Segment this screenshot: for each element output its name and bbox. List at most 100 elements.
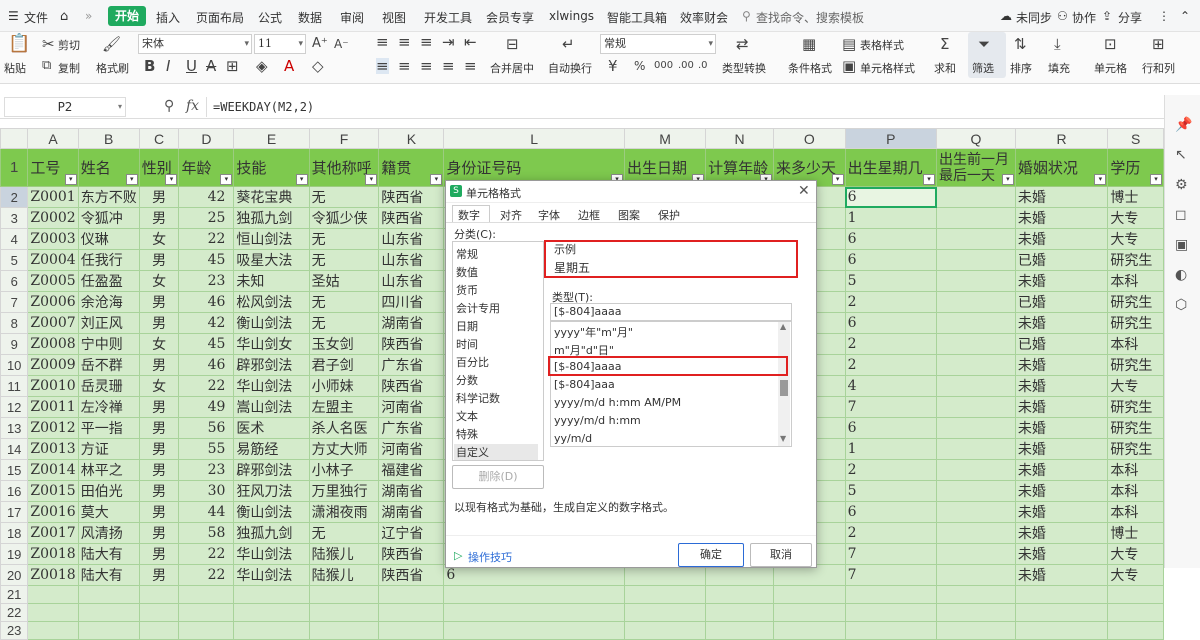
table-cell[interactable]: 仪琳 bbox=[77, 228, 140, 250]
table-cell[interactable]: 研究生 bbox=[1107, 417, 1164, 439]
italic-icon[interactable]: I bbox=[166, 58, 170, 74]
row-header[interactable]: 7 bbox=[0, 291, 29, 313]
table-cell[interactable]: 未婚 bbox=[1014, 543, 1109, 565]
table-cell[interactable]: 山东省 bbox=[378, 228, 445, 250]
rowcol-button[interactable]: 行和列 bbox=[1142, 60, 1175, 76]
table-cell[interactable]: Z0018 bbox=[27, 543, 79, 565]
table-cell[interactable]: 陆猴儿 bbox=[308, 543, 380, 565]
delete-button[interactable]: 删除(D) bbox=[452, 465, 544, 489]
table-cell[interactable]: 6 bbox=[844, 417, 938, 439]
table-cell[interactable]: 1 bbox=[844, 438, 938, 460]
table-cell[interactable]: 本科 bbox=[1107, 501, 1164, 523]
outdent-icon[interactable]: ⇤ bbox=[464, 34, 477, 50]
table-cell[interactable]: 2 bbox=[844, 459, 938, 481]
table-cell[interactable]: 42 bbox=[178, 312, 235, 334]
category-item[interactable]: 会计专用 bbox=[456, 300, 500, 316]
empty-cell[interactable] bbox=[1107, 585, 1164, 604]
table-cell[interactable]: 22 bbox=[178, 375, 235, 397]
empty-cell[interactable] bbox=[138, 621, 180, 640]
table-cell[interactable]: 陕西省 bbox=[378, 207, 445, 229]
chevron-up-icon[interactable]: ▲ bbox=[780, 322, 786, 331]
table-cell[interactable]: 未婚 bbox=[1014, 228, 1109, 250]
filter-dropdown-icon[interactable]: ▾ bbox=[125, 174, 138, 185]
table-cell[interactable] bbox=[936, 417, 1016, 439]
row-header[interactable]: 15 bbox=[0, 459, 29, 481]
cell-style-icon[interactable]: ▣ bbox=[842, 58, 856, 74]
column-header[interactable]: D bbox=[178, 128, 235, 149]
empty-cell[interactable] bbox=[773, 585, 846, 604]
table-cell[interactable]: 任盈盈 bbox=[77, 270, 140, 292]
table-cell[interactable]: 陆大有 bbox=[77, 543, 140, 565]
table-cell[interactable] bbox=[936, 396, 1016, 418]
hamburger-icon[interactable]: ☰ bbox=[8, 9, 19, 23]
row-header[interactable]: 17 bbox=[0, 501, 29, 523]
empty-cell[interactable] bbox=[178, 621, 235, 640]
table-cell[interactable]: Z0002 bbox=[27, 207, 79, 229]
table-cell[interactable]: 左冷禅 bbox=[77, 396, 140, 418]
table-cell[interactable]: 衡山剑法 bbox=[233, 501, 310, 523]
table-cell[interactable]: 岳灵珊 bbox=[77, 375, 140, 397]
empty-cell[interactable] bbox=[1014, 585, 1109, 604]
empty-cell[interactable] bbox=[308, 603, 380, 622]
fill-color-icon[interactable]: ◈ bbox=[256, 58, 268, 74]
table-cell[interactable]: 易筋经 bbox=[233, 438, 310, 460]
table-cell[interactable]: Z0006 bbox=[27, 291, 79, 313]
empty-cell[interactable] bbox=[27, 621, 79, 640]
table-cell[interactable]: 宁中则 bbox=[77, 333, 140, 355]
empty-cell[interactable] bbox=[27, 585, 79, 604]
table-cell[interactable]: 平一指 bbox=[77, 417, 140, 439]
menu-review[interactable]: 审阅 bbox=[340, 9, 364, 26]
table-cell[interactable]: 男 bbox=[138, 459, 180, 481]
table-cell[interactable]: 陕西省 bbox=[378, 186, 445, 208]
table-style-icon[interactable]: ▤ bbox=[842, 36, 856, 52]
empty-cell[interactable] bbox=[178, 603, 235, 622]
fill-icon[interactable]: ⤓ bbox=[1054, 36, 1061, 52]
menu-developer[interactable]: 开发工具 bbox=[424, 9, 472, 26]
table-cell[interactable]: 无 bbox=[308, 249, 380, 271]
menu-file[interactable]: 文件 bbox=[24, 9, 48, 26]
empty-cell[interactable] bbox=[773, 621, 846, 640]
tab-pattern[interactable]: 图案 bbox=[618, 207, 640, 223]
table-cell[interactable]: Z0011 bbox=[27, 396, 79, 418]
category-item[interactable]: 常规 bbox=[456, 246, 478, 262]
table-cell[interactable]: 莫大 bbox=[77, 501, 140, 523]
table-cell[interactable]: 22 bbox=[178, 543, 235, 565]
table-cell[interactable]: 49 bbox=[178, 396, 235, 418]
table-cell[interactable]: 广东省 bbox=[378, 417, 445, 439]
row-header[interactable]: 21 bbox=[0, 585, 29, 604]
table-cell[interactable]: 45 bbox=[178, 333, 235, 355]
table-cell[interactable]: 潇湘夜雨 bbox=[308, 501, 380, 523]
settings-icon[interactable]: ⚙ bbox=[1175, 177, 1188, 193]
percent-icon[interactable]: % bbox=[634, 58, 645, 74]
table-cell[interactable]: 未婚 bbox=[1014, 186, 1109, 208]
table-cell[interactable]: 男 bbox=[138, 438, 180, 460]
table-cell[interactable]: Z0005 bbox=[27, 270, 79, 292]
menu-data[interactable]: 数据 bbox=[298, 9, 322, 26]
table-cell[interactable]: 7 bbox=[844, 543, 938, 565]
row-header[interactable]: 18 bbox=[0, 522, 29, 544]
border-icon[interactable]: ⊞ bbox=[226, 58, 239, 74]
table-cell[interactable]: 7 bbox=[844, 396, 938, 418]
decrease-decimal-icon[interactable]: .0 bbox=[698, 58, 708, 74]
table-cell[interactable]: 无 bbox=[308, 228, 380, 250]
table-cell[interactable] bbox=[936, 543, 1016, 565]
category-list[interactable]: 常规 数值 货币 会计专用 日期 时间 百分比 分数 科学记数 文本 特殊 自定义 bbox=[452, 241, 544, 461]
table-cell[interactable] bbox=[936, 333, 1016, 355]
row-header[interactable]: 1 bbox=[0, 148, 29, 187]
table-cell[interactable]: 陕西省 bbox=[378, 375, 445, 397]
table-cell[interactable]: 博士 bbox=[1107, 522, 1164, 544]
empty-cell[interactable] bbox=[624, 603, 707, 622]
shape-icon[interactable]: ◻ bbox=[1175, 207, 1187, 223]
sort-button[interactable]: 排序 bbox=[1010, 60, 1032, 76]
type-input[interactable]: [$-804]aaaa bbox=[550, 303, 792, 321]
category-item[interactable]: 日期 bbox=[456, 318, 478, 334]
sort-icon[interactable]: ⇅ bbox=[1014, 36, 1027, 52]
table-cell[interactable]: 未婚 bbox=[1014, 417, 1109, 439]
row-header[interactable]: 9 bbox=[0, 333, 29, 355]
bold-icon[interactable]: B bbox=[144, 58, 155, 74]
table-cell[interactable] bbox=[936, 207, 1016, 229]
table-cell[interactable]: 方丈大师 bbox=[308, 438, 380, 460]
align-top-icon[interactable]: ≡ bbox=[376, 34, 389, 50]
merge-icon[interactable]: ⊟ bbox=[506, 36, 519, 52]
filter-dropdown-icon[interactable]: ▾ bbox=[430, 174, 443, 185]
